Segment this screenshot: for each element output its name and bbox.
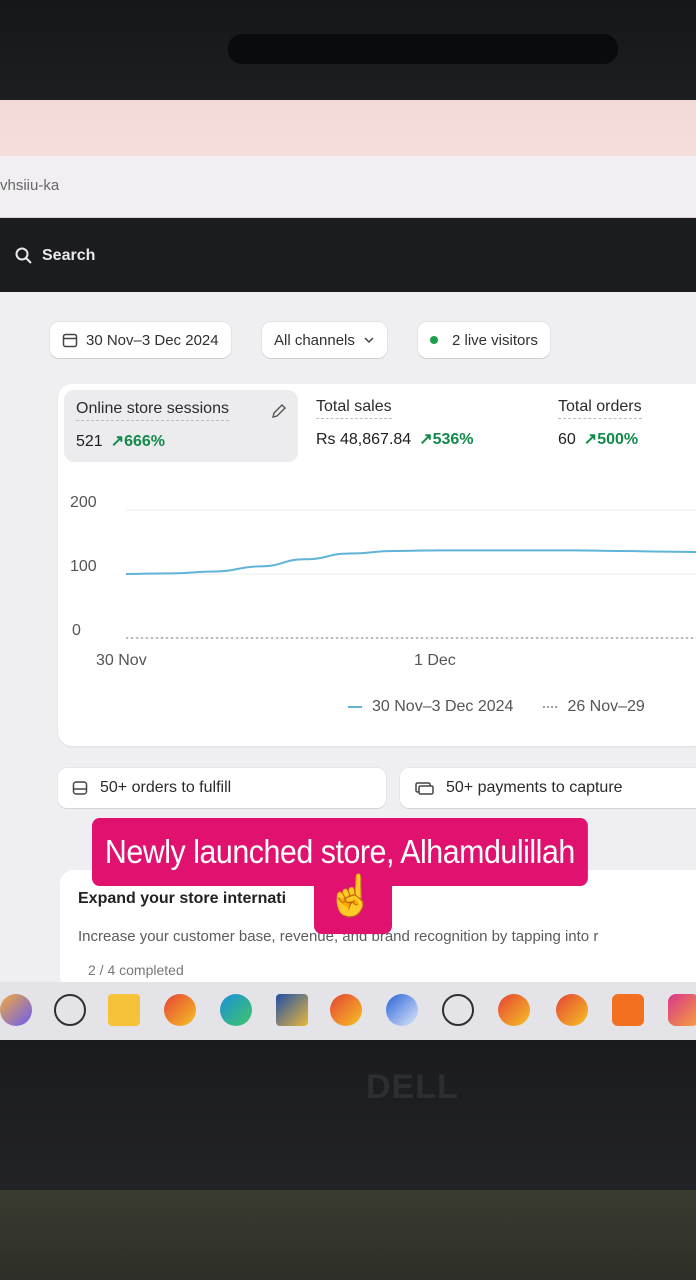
windows-taskbar [0,982,696,1040]
sessions-line-chart [125,509,696,639]
search-label: Search [42,247,96,264]
orders-to-fulfill-button[interactable]: 50+ orders to fulfill [58,768,386,808]
calendar-icon [62,333,78,348]
series-line-current [125,549,696,575]
payments-to-capture-label: 50+ payments to capture [446,779,623,796]
dell-logo: DELL [366,1068,459,1106]
instagram-icon[interactable] [668,994,696,1026]
setup-progress: 2 / 4 completed [88,962,184,978]
date-range-picker[interactable]: 30 Nov–3 Dec 2024 [50,322,231,358]
legend-label: 30 Nov–3 Dec 2024 [372,698,514,715]
browser-tab-strip [0,100,696,156]
setup-title: Expand your store internati [78,890,287,907]
webcam-strip [228,34,618,64]
chrome-icon[interactable] [498,994,530,1026]
channels-label: All channels [274,331,355,349]
search-icon [15,247,32,264]
pointing-finger-icon: ☝ [326,874,376,918]
cash-icon [415,782,434,795]
chrome-icon[interactable] [330,994,362,1026]
keyboard-area [0,1190,696,1280]
copilot-icon[interactable] [0,994,32,1026]
legend-label: 26 Nov–29 [567,698,645,715]
whatsapp-icon[interactable] [442,994,474,1026]
chevron-down-icon [364,337,374,344]
chrome-icon[interactable] [556,994,588,1026]
live-visitors-label: 2 live visitors [452,331,538,349]
address-bar[interactable]: vhsiiu-ka [0,156,696,218]
chrome-icon[interactable] [164,994,196,1026]
orders-to-fulfill-label: 50+ orders to fulfill [100,779,232,796]
chart-legend: 30 Nov–3 Dec 2024 26 Nov–29 [348,698,645,716]
laptop-bottom-bezel [0,1040,696,1190]
file-explorer-icon[interactable] [108,994,140,1026]
url-text[interactable]: vhsiiu-ka [0,177,59,194]
notes-icon[interactable] [612,994,644,1026]
payments-to-capture-button[interactable]: 50+ payments to capture [400,768,696,808]
legend-item-previous[interactable]: 26 Nov–29 [543,698,645,716]
laptop-top-bezel [0,0,696,100]
legend-item-current[interactable]: 30 Nov–3 Dec 2024 [348,698,513,716]
date-range-label: 30 Nov–3 Dec 2024 [86,331,219,349]
caption-text: Newly launched store, Alhamdulillah [104,833,575,870]
admin-topbar: Search [0,218,696,292]
legend-swatch-dotted [543,706,558,708]
store-icon[interactable] [276,994,308,1026]
legend-swatch-solid [348,706,362,708]
live-indicator-icon [430,336,438,344]
live-visitors-button[interactable]: 2 live visitors [418,322,550,358]
whatsapp-icon[interactable] [54,994,86,1026]
inbox-icon [72,781,88,795]
search-button[interactable]: Search [14,246,95,266]
analytics-card: Online store sessions 521 ↗666% Total sa… [58,384,696,746]
browser-icon[interactable] [386,994,418,1026]
edge-icon[interactable] [220,994,252,1026]
channels-dropdown[interactable]: All channels [262,322,387,358]
